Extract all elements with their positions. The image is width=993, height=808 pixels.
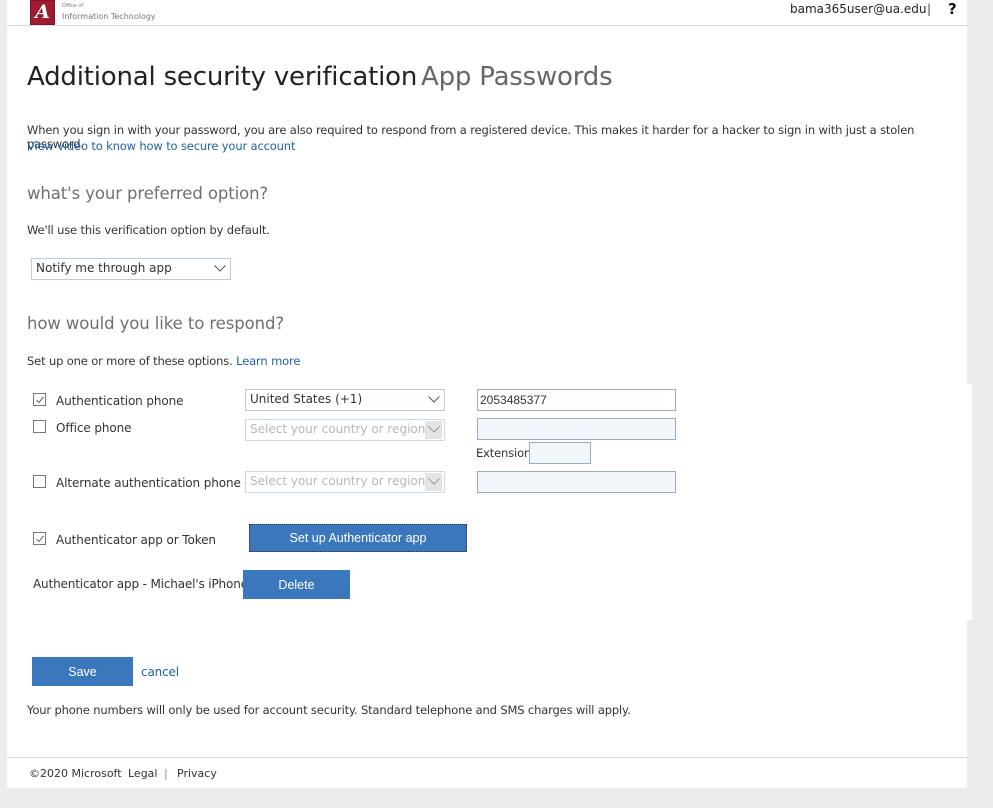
- extension-label: Extension: [476, 446, 532, 460]
- chevron-down-icon: [425, 421, 442, 439]
- authenticator-device-label: Authenticator app - Michael's iPhone: [33, 577, 248, 591]
- setup-authenticator-button[interactable]: Set up Authenticator app: [249, 524, 467, 552]
- view-video-link[interactable]: View video to know how to secure your ac…: [27, 139, 295, 153]
- office-phone-checkbox[interactable]: [33, 420, 46, 433]
- office-phone-label: Office phone: [56, 421, 132, 435]
- cancel-link[interactable]: cancel: [141, 665, 179, 679]
- auth-phone-checkbox[interactable]: [33, 393, 46, 406]
- authenticator-app-checkbox[interactable]: [33, 532, 46, 545]
- tab-app-passwords[interactable]: App Passwords: [421, 62, 613, 92]
- footer: ©2020 Microsoft Legal | Privacy: [7, 757, 967, 788]
- checkmark-icon: [36, 535, 44, 543]
- respond-heading: how would you like to respond?: [27, 314, 284, 333]
- respond-description: Set up one or more of these options. Lea…: [27, 354, 300, 368]
- auth-phone-country-select[interactable]: United States (+1): [245, 389, 445, 411]
- respond-description-text: Set up one or more of these options.: [27, 354, 233, 368]
- preferred-option-description: We'll use this verification option by de…: [27, 223, 270, 237]
- office-phone-country-placeholder: Select your country or region: [250, 422, 426, 436]
- university-logo[interactable]: A: [30, 0, 55, 25]
- alt-phone-label: Alternate authentication phone: [56, 476, 241, 490]
- help-icon[interactable]: ?: [948, 0, 957, 18]
- disclaimer-text: Your phone numbers will only be used for…: [27, 703, 631, 717]
- preferred-option-value: Notify me through app: [36, 261, 172, 275]
- office-phone-number-input[interactable]: [477, 418, 676, 440]
- save-button[interactable]: Save: [32, 657, 133, 686]
- alt-phone-checkbox[interactable]: [33, 475, 46, 488]
- header-separator: |: [927, 2, 932, 16]
- chevron-down-icon: [211, 260, 228, 278]
- authenticator-app-label: Authenticator app or Token: [56, 533, 216, 547]
- legal-link[interactable]: Legal: [128, 767, 157, 780]
- logo-title: Information Technology: [62, 12, 156, 21]
- auth-phone-country-value: United States (+1): [250, 392, 363, 406]
- chevron-down-icon: [425, 473, 442, 491]
- privacy-link[interactable]: Privacy: [177, 767, 217, 780]
- checkmark-icon: [36, 396, 44, 404]
- preferred-option-select[interactable]: Notify me through app: [31, 258, 231, 280]
- page-container: A Office of Information Technology bama3…: [7, 0, 967, 788]
- alt-phone-country-placeholder: Select your country or region: [250, 474, 426, 488]
- page-title: Additional security verification: [27, 62, 418, 92]
- header: A Office of Information Technology bama3…: [7, 0, 967, 26]
- auth-phone-number-input[interactable]: [477, 389, 676, 411]
- extension-input[interactable]: [529, 442, 591, 464]
- auth-phone-label: Authentication phone: [56, 394, 184, 408]
- delete-device-button[interactable]: Delete: [243, 570, 350, 599]
- alt-phone-country-select[interactable]: Select your country or region: [245, 471, 445, 493]
- office-phone-country-select[interactable]: Select your country or region: [245, 419, 445, 441]
- logo-text: Office of Information Technology: [62, 2, 156, 21]
- page-edge: [967, 384, 972, 620]
- alt-phone-number-input[interactable]: [477, 471, 676, 493]
- chevron-down-icon: [425, 391, 442, 409]
- preferred-option-heading: what's your preferred option?: [27, 184, 269, 203]
- logo-subtitle: Office of: [62, 3, 84, 9]
- copyright: ©2020 Microsoft: [29, 767, 122, 780]
- user-email[interactable]: bama365user@ua.edu: [790, 2, 926, 16]
- footer-separator: |: [164, 767, 168, 780]
- learn-more-link[interactable]: Learn more: [236, 354, 300, 368]
